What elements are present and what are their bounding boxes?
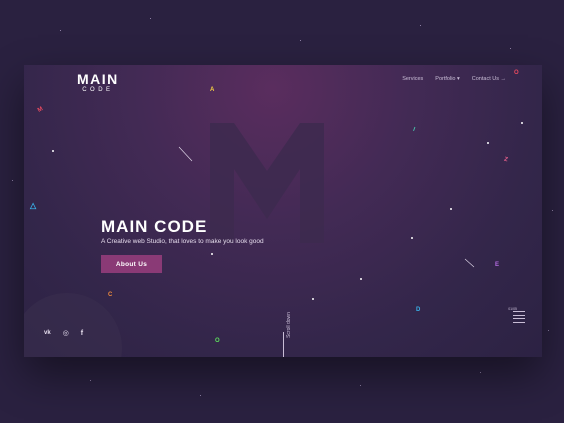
star xyxy=(312,298,314,300)
star xyxy=(211,253,213,255)
star xyxy=(420,25,421,26)
floating-letter: C xyxy=(108,292,113,298)
floating-letter: O xyxy=(514,70,519,76)
floating-letter: D xyxy=(416,307,421,313)
star xyxy=(300,40,301,41)
star xyxy=(548,330,549,331)
star xyxy=(60,30,61,31)
floating-letter: A xyxy=(210,87,215,93)
star xyxy=(90,380,91,381)
floating-letter: E xyxy=(495,262,500,268)
hero-card: MAIN CODE Services Portfolio ▾ Contact U… xyxy=(24,65,542,357)
star xyxy=(450,208,452,210)
star xyxy=(487,142,489,144)
star xyxy=(521,122,523,124)
star xyxy=(150,18,151,19)
star xyxy=(411,237,413,239)
floating-letter: O xyxy=(215,338,220,344)
star xyxy=(480,372,481,373)
star xyxy=(510,48,511,49)
star xyxy=(12,180,13,181)
star xyxy=(360,278,362,280)
star xyxy=(52,150,54,152)
star xyxy=(552,210,553,211)
star xyxy=(360,385,361,386)
shooting-stars xyxy=(178,146,475,268)
triangle-icon: △ xyxy=(30,201,37,210)
page: MAIN CODE Services Portfolio ▾ Contact U… xyxy=(0,0,564,423)
star xyxy=(200,395,201,396)
